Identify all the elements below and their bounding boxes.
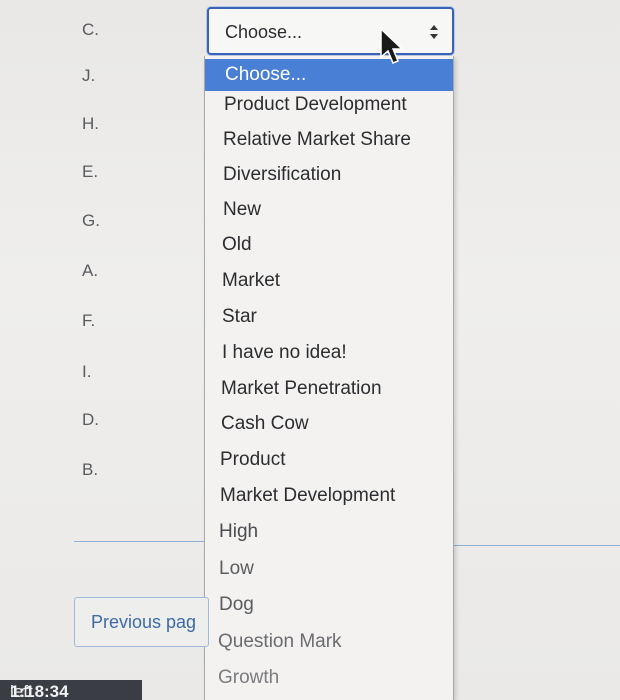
dropdown-option[interactable]: Market Development: [205, 485, 453, 515]
mouse-cursor-icon: [380, 27, 404, 64]
dropdown-option[interactable]: I have no idea!: [205, 342, 453, 372]
answer-select[interactable]: Choose...: [207, 7, 454, 55]
dropdown-option[interactable]: Product Development: [205, 94, 453, 124]
answer-letter: D.: [82, 410, 99, 429]
dropdown-option[interactable]: Growth: [205, 667, 453, 697]
answer-letter: I.: [82, 362, 92, 381]
time-left-indicator: left 1:18:34: [0, 680, 142, 700]
answer-letter: B.: [82, 460, 99, 479]
timer-value: 1:18:34: [10, 682, 69, 700]
answer-letter: G.: [82, 211, 100, 230]
previous-page-label: Previous pag: [91, 612, 197, 632]
select-dropdown-list: Choose... Product Development Relative M…: [204, 56, 454, 700]
previous-page-button[interactable]: Previous pag: [74, 597, 209, 647]
dropdown-option[interactable]: Dog: [205, 594, 453, 624]
dropdown-option[interactable]: Market Penetration: [205, 378, 453, 408]
dropdown-option[interactable]: Market: [205, 270, 453, 300]
dropdown-option[interactable]: Diversification: [205, 164, 453, 194]
dropdown-option[interactable]: New: [205, 199, 453, 229]
dropdown-option[interactable]: High: [205, 521, 453, 551]
updown-arrows-icon: [430, 25, 438, 39]
dropdown-option[interactable]: Cash Cow: [205, 413, 453, 443]
answer-letter: E.: [82, 162, 99, 181]
select-value: Choose...: [225, 22, 303, 42]
dropdown-option[interactable]: Question Mark: [205, 631, 453, 661]
divider: [454, 545, 620, 546]
answer-letter: H.: [82, 114, 99, 133]
quiz-page: C. J. H. E. G. A. F. I. D. B. Choose... …: [0, 0, 620, 700]
dropdown-option[interactable]: Star: [205, 306, 453, 336]
dropdown-option[interactable]: Choose...: [205, 59, 453, 91]
dropdown-option[interactable]: Low: [205, 558, 453, 588]
answer-letter: J.: [82, 66, 96, 85]
answer-letter: F.: [82, 311, 96, 330]
answer-letter: A.: [82, 261, 99, 280]
dropdown-option[interactable]: Old: [205, 234, 453, 264]
answer-letter: C.: [82, 20, 99, 39]
dropdown-option[interactable]: Product: [205, 449, 453, 479]
dropdown-option[interactable]: Relative Market Share: [205, 129, 453, 159]
divider: [74, 541, 206, 542]
